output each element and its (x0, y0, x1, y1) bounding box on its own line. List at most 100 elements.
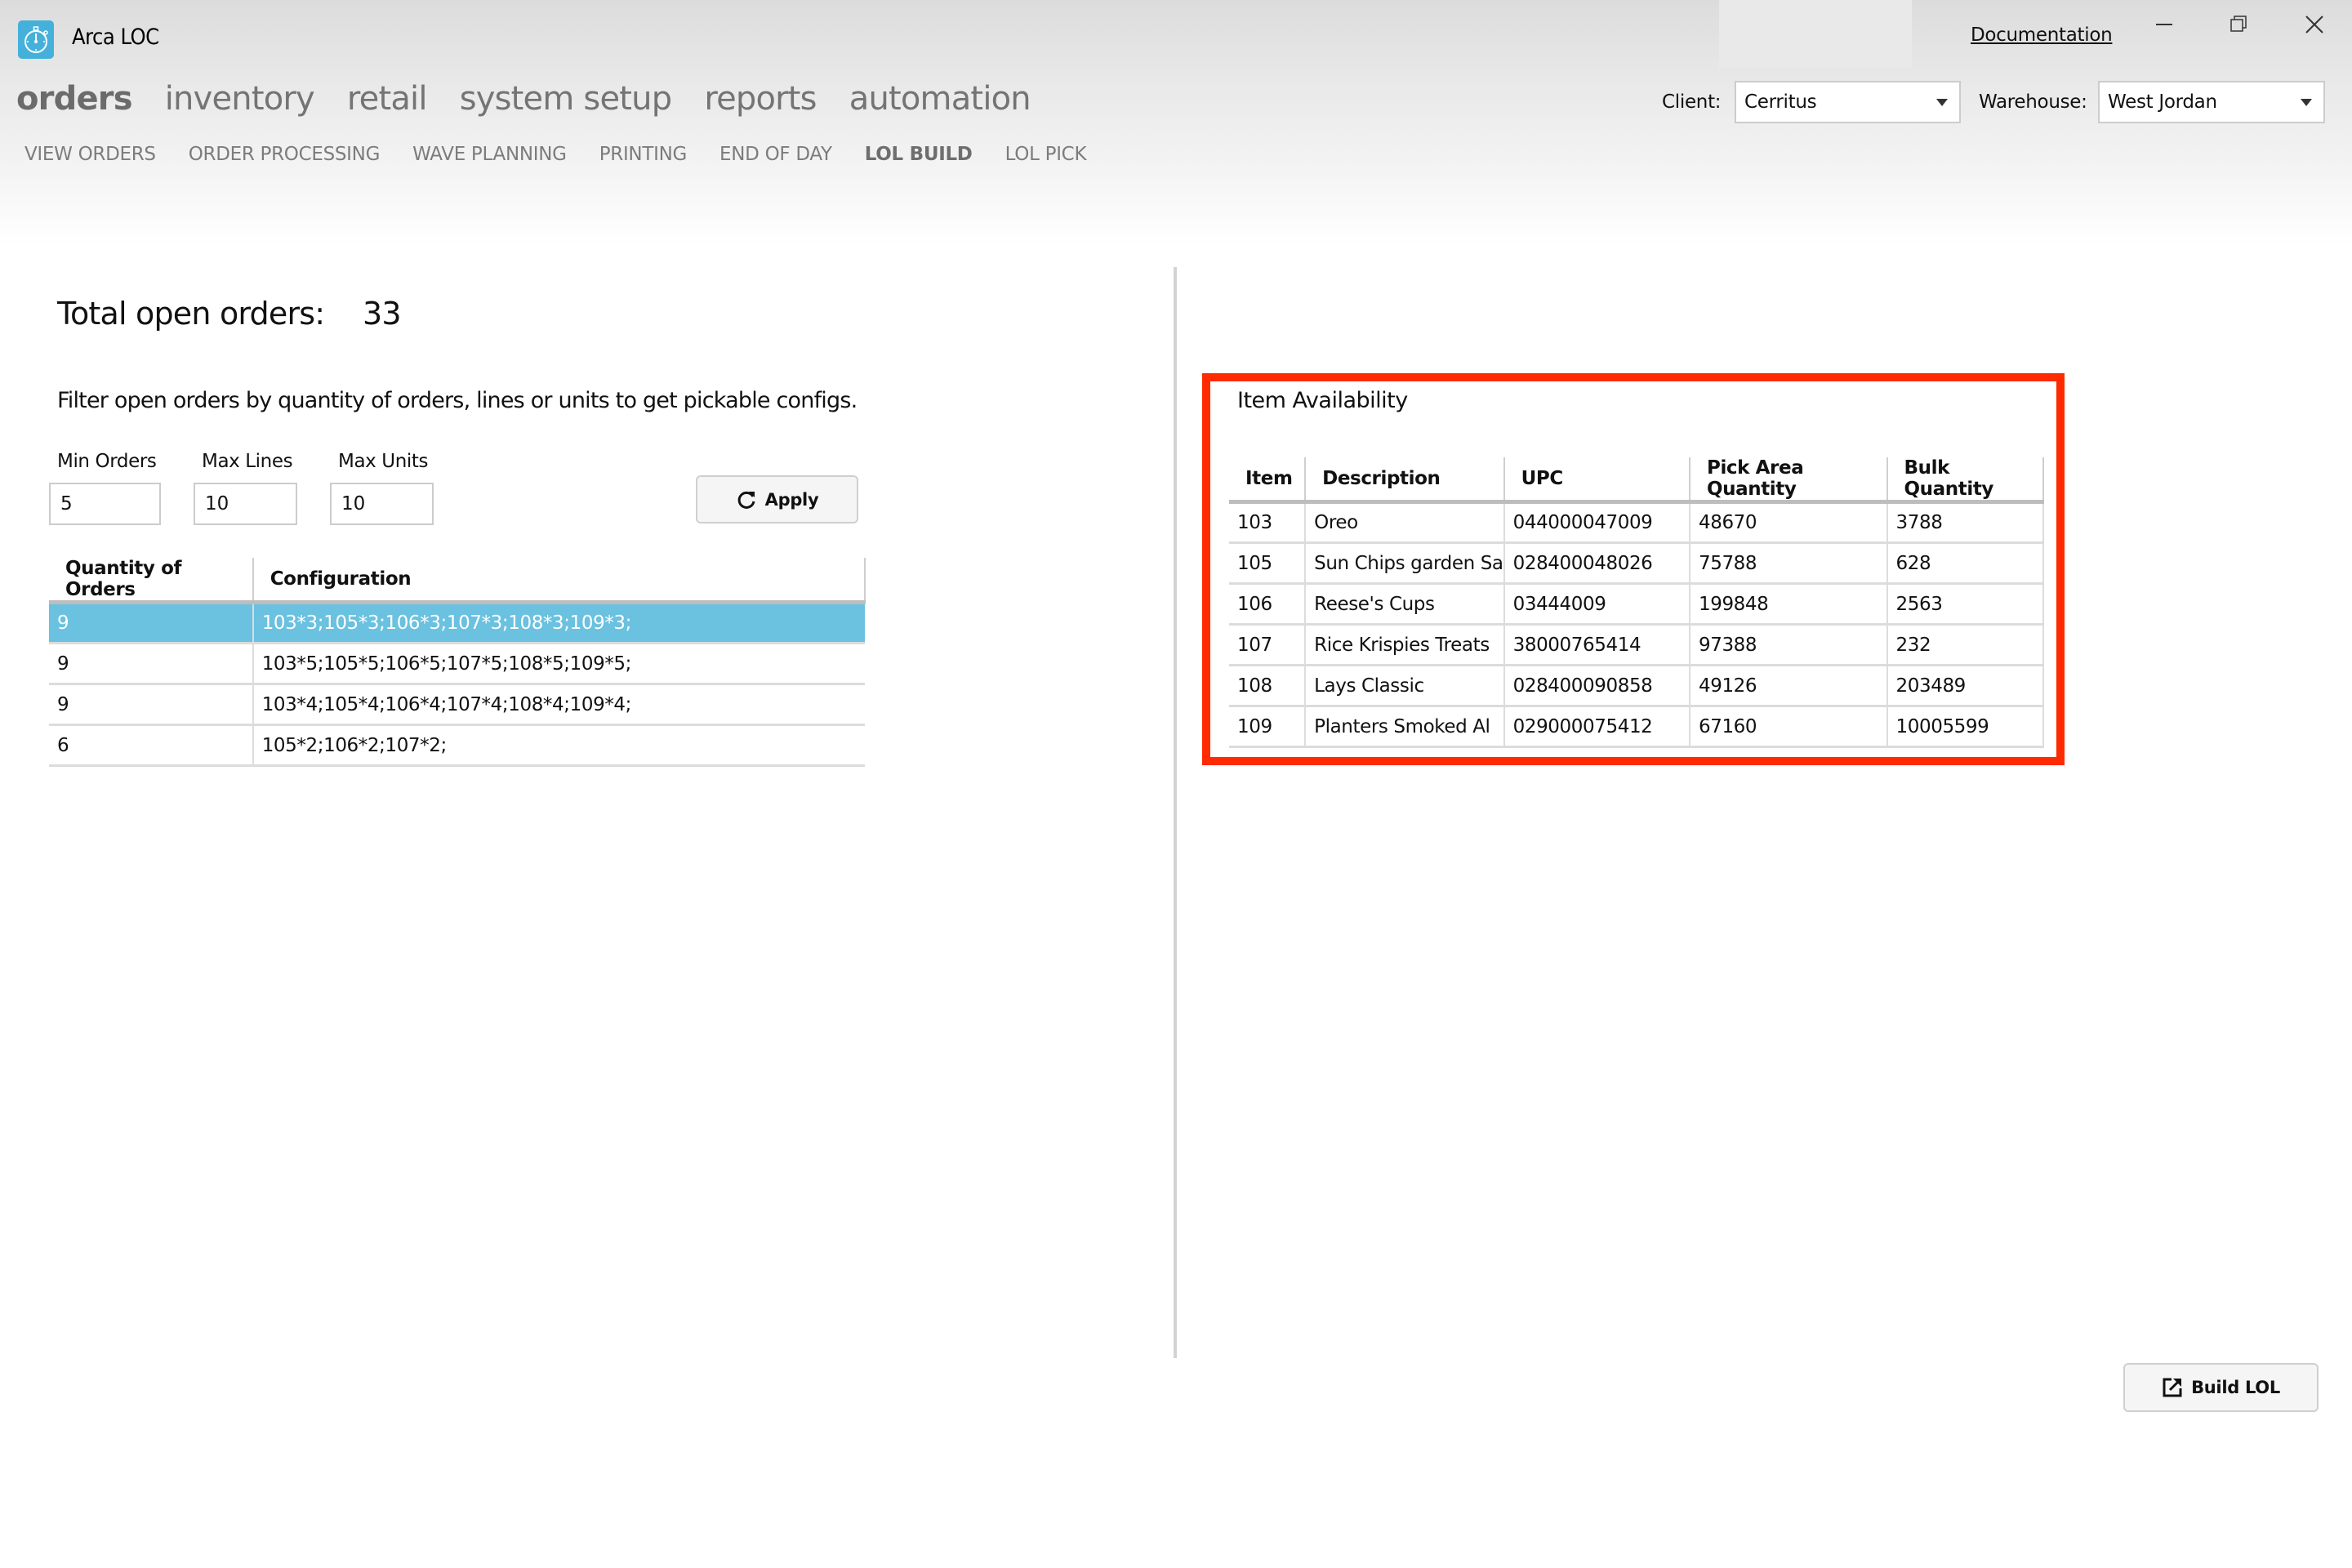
item-row[interactable]: 109 Planters Smoked Al 029000075412 6716… (1229, 706, 2045, 748)
column-header-quantity[interactable]: Quantity of Orders (49, 558, 254, 604)
apply-button[interactable]: Apply (696, 475, 858, 523)
item-description: Sun Chips garden Sa (1305, 542, 1505, 585)
item-availability-table: Item Description UPC Pick Area Quantity … (1229, 457, 2045, 748)
total-open-orders-value: 33 (363, 296, 402, 332)
item-id: 108 (1229, 665, 1307, 707)
column-header-item[interactable]: Item (1229, 457, 1307, 504)
sub-nav: VIEW ORDERS ORDER PROCESSING WAVE PLANNI… (24, 144, 1119, 165)
subnav-printing[interactable]: PRINTING (599, 144, 688, 165)
build-lol-button[interactable]: Build LOL (2123, 1363, 2319, 1412)
config-table-header: Quantity of Orders Configuration (49, 558, 866, 604)
config-row[interactable]: 9 103*4;105*4;106*4;107*4;108*4;109*4; (49, 684, 865, 726)
item-description: Oreo (1305, 501, 1505, 544)
item-bulk-qty: 628 (1886, 542, 2045, 585)
nav-inventory[interactable]: inventory (165, 80, 315, 118)
item-id: 105 (1229, 542, 1307, 585)
column-header-description[interactable]: Description (1305, 457, 1505, 504)
nav-system-setup[interactable]: system setup (460, 80, 672, 118)
apply-button-label: Apply (764, 489, 819, 510)
item-row[interactable]: 107 Rice Krispies Treats 38000765414 973… (1229, 624, 2045, 666)
config-table: Quantity of Orders Configuration 9 103*3… (49, 558, 866, 767)
min-orders-label: Min Orders (57, 451, 157, 472)
max-units-label: Max Units (338, 451, 429, 472)
config-qty: 9 (49, 602, 254, 644)
item-upc: 028400090858 (1503, 665, 1690, 707)
stopwatch-icon (18, 20, 54, 59)
item-upc: 029000075412 (1503, 706, 1690, 748)
item-id: 109 (1229, 706, 1307, 748)
subnav-lol-pick[interactable]: LOL PICK (1005, 144, 1087, 165)
external-link-icon (2163, 1378, 2182, 1397)
item-row[interactable]: 108 Lays Classic 028400090858 49126 2034… (1229, 665, 2045, 707)
subnav-order-processing[interactable]: ORDER PROCESSING (189, 144, 381, 165)
max-lines-label: Max Lines (202, 451, 293, 472)
max-units-input[interactable] (330, 483, 434, 525)
column-header-pick-area-quantity[interactable]: Pick Area Quantity (1689, 457, 1888, 504)
main-nav: orders inventory retail system setup rep… (16, 80, 1063, 118)
item-row[interactable]: 105 Sun Chips garden Sa 028400048026 757… (1229, 542, 2045, 585)
client-label: Client: (1662, 91, 1722, 113)
subnav-view-orders[interactable]: VIEW ORDERS (24, 144, 156, 165)
config-row[interactable]: 6 105*2;106*2;107*2; (49, 724, 865, 767)
item-table-header: Item Description UPC Pick Area Quantity … (1229, 457, 2045, 504)
header-placeholder-panel (1719, 0, 1912, 68)
warehouse-select[interactable]: West Jordan (2098, 81, 2325, 123)
close-button[interactable] (2293, 11, 2334, 41)
item-pick-qty: 67160 (1689, 706, 1888, 748)
warehouse-label: Warehouse: (1979, 91, 2087, 113)
config-qty: 9 (49, 643, 254, 685)
refresh-icon (737, 491, 755, 509)
documentation-link[interactable]: Documentation (1971, 24, 2113, 46)
minimize-button[interactable] (2145, 11, 2185, 41)
item-row[interactable]: 103 Oreo 044000047009 48670 3788 (1229, 501, 2045, 544)
item-bulk-qty: 3788 (1886, 501, 2045, 544)
warehouse-select-value: West Jordan (2108, 91, 2217, 113)
build-lol-label: Build LOL (2191, 1378, 2280, 1397)
config-qty: 6 (49, 724, 254, 767)
config-row[interactable]: 9 103*3;105*3;106*3;107*3;108*3;109*3; (49, 602, 865, 644)
item-bulk-qty: 203489 (1886, 665, 2045, 707)
item-id: 106 (1229, 583, 1307, 626)
filter-description: Filter open orders by quantity of orders… (57, 388, 858, 413)
nav-reports[interactable]: reports (704, 80, 817, 118)
item-pick-qty: 199848 (1689, 583, 1888, 626)
subnav-lol-build[interactable]: LOL BUILD (865, 144, 973, 165)
column-header-configuration[interactable]: Configuration (252, 558, 866, 604)
max-lines-input[interactable] (194, 483, 297, 525)
chevron-down-icon (1936, 99, 1948, 106)
item-description: Lays Classic (1305, 665, 1505, 707)
config-value: 105*2;106*2;107*2; (252, 724, 865, 767)
item-pick-qty: 48670 (1689, 501, 1888, 544)
subnav-end-of-day[interactable]: END OF DAY (719, 144, 832, 165)
config-row[interactable]: 9 103*5;105*5;106*5;107*5;108*5;109*5; (49, 643, 865, 685)
subnav-wave-planning[interactable]: WAVE PLANNING (412, 144, 567, 165)
item-upc: 028400048026 (1503, 542, 1690, 585)
item-description: Rice Krispies Treats (1305, 624, 1505, 666)
item-upc: 044000047009 (1503, 501, 1690, 544)
app-title: Arca LOC (72, 24, 159, 50)
nav-orders[interactable]: orders (16, 80, 133, 118)
config-value: 103*5;105*5;106*5;107*5;108*5;109*5; (252, 643, 865, 685)
total-open-orders-label: Total open orders: (57, 296, 325, 332)
item-pick-qty: 49126 (1689, 665, 1888, 707)
nav-retail[interactable]: retail (347, 80, 428, 118)
item-upc: 38000765414 (1503, 624, 1690, 666)
nav-automation[interactable]: automation (849, 80, 1031, 118)
restore-icon (2230, 16, 2247, 32)
config-value: 103*4;105*4;106*4;107*4;108*4;109*4; (252, 684, 865, 726)
config-qty: 9 (49, 684, 254, 726)
item-description: Reese's Cups (1305, 583, 1505, 626)
column-header-bulk-quantity[interactable]: Bulk Quantity (1886, 457, 2045, 504)
minimize-icon (2156, 24, 2172, 25)
client-select[interactable]: Cerritus (1735, 81, 1961, 123)
column-header-upc[interactable]: UPC (1503, 457, 1690, 504)
item-pick-qty: 97388 (1689, 624, 1888, 666)
item-row[interactable]: 106 Reese's Cups 03444009 199848 2563 (1229, 583, 2045, 626)
min-orders-input[interactable] (49, 483, 161, 525)
item-availability-title: Item Availability (1237, 388, 1408, 413)
item-id: 107 (1229, 624, 1307, 666)
restore-button[interactable] (2218, 11, 2259, 41)
item-bulk-qty: 10005599 (1886, 706, 2045, 748)
item-upc: 03444009 (1503, 583, 1690, 626)
client-select-value: Cerritus (1744, 91, 1817, 113)
